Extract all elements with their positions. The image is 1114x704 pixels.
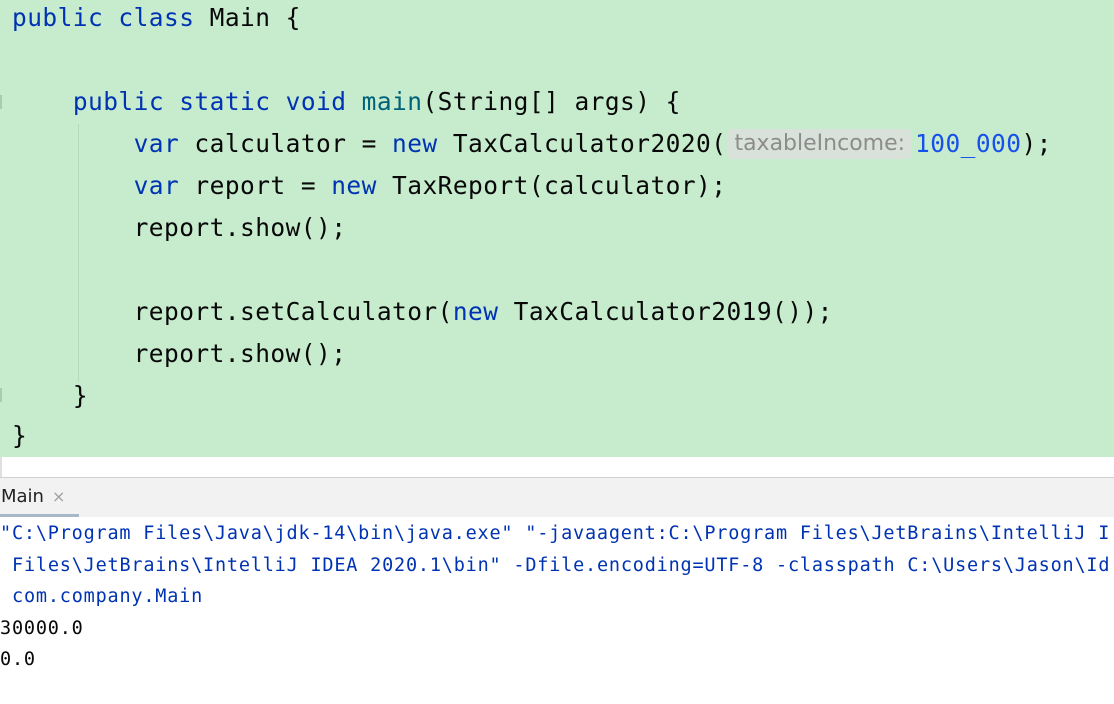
brace: } — [72, 381, 89, 410]
code-line-5[interactable]: var report = new TaxReport(calculator); — [12, 165, 726, 207]
code-editor[interactable]: public class Main { public static void m… — [0, 0, 1114, 457]
keyword: static — [179, 87, 271, 116]
keyword: new — [331, 171, 377, 200]
code-line-6[interactable]: report.show(); — [12, 207, 346, 249]
method-name: main — [361, 87, 423, 116]
keyword: var — [133, 129, 180, 158]
code-text: report = — [194, 171, 332, 200]
keyword: void — [285, 87, 347, 116]
code-line-4[interactable]: var calculator = new TaxCalculator2020(t… — [12, 123, 1052, 165]
run-tool-window-header: Main × — [0, 477, 1114, 517]
number-literal: 100_000 — [915, 129, 1022, 158]
editor-empty-area[interactable] — [0, 457, 1114, 477]
code-text: report.show(); — [133, 213, 347, 242]
code-text: TaxReport(calculator); — [392, 171, 727, 200]
console-output-line: 0.0 — [0, 649, 36, 670]
keyword: var — [133, 171, 180, 200]
class-name: TaxCalculator2020( — [452, 129, 727, 158]
keyword: class — [118, 3, 195, 32]
console-output-line: 30000.0 — [0, 618, 84, 639]
run-console[interactable]: "C:\Program Files\Java\jdk-14\bin\java.e… — [0, 517, 1114, 704]
class-name: Main — [209, 3, 271, 32]
keyword: new — [452, 297, 499, 326]
console-command-line: "C:\Program Files\Java\jdk-14\bin\java.e… — [0, 523, 1111, 544]
console-command-line: com.company.Main — [12, 586, 204, 607]
code-text: TaxCalculator2019()); — [513, 297, 833, 326]
code-text: report.show(); — [133, 339, 347, 368]
params: (String[] args) { — [422, 87, 681, 116]
code-line-3[interactable]: public static void main(String[] args) { — [12, 81, 681, 123]
code-text: ); — [1021, 129, 1052, 158]
code-text: calculator = — [194, 129, 393, 158]
console-command-line: Files\JetBrains\IntelliJ IDEA 2020.1\bin… — [12, 555, 1111, 576]
keyword: new — [392, 129, 438, 158]
code-text: report.setCalculator( — [133, 297, 453, 326]
parameter-hint: taxableIncome: — [728, 129, 912, 159]
fold-marker[interactable] — [0, 95, 10, 109]
code-line-1[interactable]: public class Main { — [12, 0, 301, 39]
run-tab-main[interactable]: Main × — [0, 478, 80, 517]
code-line-10[interactable]: } — [12, 375, 88, 417]
code-line-8[interactable]: report.setCalculator(new TaxCalculator20… — [12, 291, 833, 333]
fold-marker[interactable] — [0, 388, 10, 402]
keyword: public — [12, 3, 104, 32]
brace: } — [12, 421, 28, 450]
close-icon[interactable]: × — [52, 487, 65, 506]
brace: { — [285, 3, 301, 32]
code-line-9[interactable]: report.show(); — [12, 333, 346, 375]
code-line-11[interactable]: } — [12, 415, 27, 457]
run-tab-label: Main — [1, 485, 44, 507]
keyword: public — [72, 87, 165, 116]
